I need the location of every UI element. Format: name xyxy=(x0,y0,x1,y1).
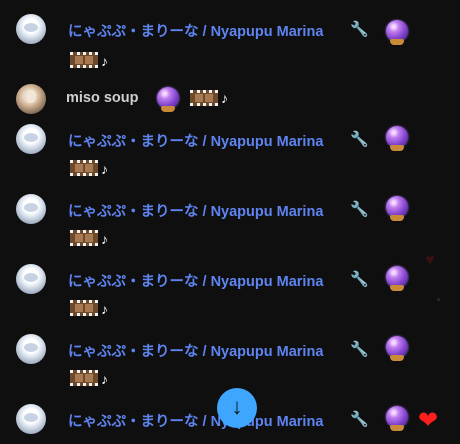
chat-message: にゃぷぷ・まりーな / Nyapupu Marina 🔧 ♪ xyxy=(0,262,430,322)
author-name[interactable]: にゃぷぷ・まりーな / Nyapupu Marina xyxy=(68,410,323,431)
music-note-icon: ♪ xyxy=(101,161,108,177)
music-note-icon: ♪ xyxy=(221,90,228,106)
author-name[interactable]: にゃぷぷ・まりーな / Nyapupu Marina xyxy=(68,340,323,361)
music-note-icon: ♪ xyxy=(101,231,108,247)
arrow-down-icon: ↓ xyxy=(231,394,243,419)
author-name[interactable]: にゃぷぷ・まりーな / Nyapupu Marina xyxy=(68,130,323,151)
film-strip-icon xyxy=(70,300,98,316)
author-name[interactable]: miso soup xyxy=(66,90,139,106)
chat-message: にゃぷぷ・まりーな / Nyapupu Marina 🔧 ♪ xyxy=(0,122,430,182)
film-strip-icon xyxy=(70,52,98,68)
crystal-ball-icon xyxy=(157,87,179,112)
crystal-ball-icon xyxy=(386,266,408,291)
heart-icon[interactable]: ❤ xyxy=(418,406,438,435)
film-strip-icon xyxy=(190,90,218,106)
scroll-to-bottom-button[interactable]: ↓ xyxy=(217,388,257,428)
film-strip-icon xyxy=(70,160,98,176)
author-avatar[interactable] xyxy=(16,334,46,364)
music-note-icon: ♪ xyxy=(101,301,108,317)
film-strip-icon xyxy=(70,230,98,246)
live-chat-list: にゃぷぷ・まりーな / Nyapupu Marina 🔧 ♪ miso soup… xyxy=(0,0,460,444)
author-name[interactable]: にゃぷぷ・まりーな / Nyapupu Marina xyxy=(68,20,323,41)
wrench-icon: 🔧 xyxy=(350,411,369,428)
author-avatar[interactable] xyxy=(16,194,46,224)
film-strip-icon xyxy=(70,370,98,386)
wrench-icon: 🔧 xyxy=(350,201,369,218)
chat-message: にゃぷぷ・まりーな / Nyapupu Marina 🔧 xyxy=(0,402,430,444)
chat-message: にゃぷぷ・まりーな / Nyapupu Marina 🔧 ♪ xyxy=(0,332,430,392)
wrench-icon: 🔧 xyxy=(350,21,369,38)
wrench-icon: 🔧 xyxy=(350,131,369,148)
heart-icon: ♥ xyxy=(425,252,435,269)
crystal-ball-icon xyxy=(386,406,408,431)
crystal-ball-icon xyxy=(386,196,408,221)
crystal-ball-icon xyxy=(386,336,408,361)
chat-message: にゃぷぷ・まりーな / Nyapupu Marina 🔧 ♪ xyxy=(0,10,430,70)
wrench-icon: 🔧 xyxy=(350,271,369,288)
music-note-icon: ♪ xyxy=(101,371,108,387)
author-avatar[interactable] xyxy=(16,14,46,44)
crystal-ball-icon xyxy=(386,20,408,45)
reaction-trail-dot xyxy=(437,298,440,301)
author-name[interactable]: にゃぷぷ・まりーな / Nyapupu Marina xyxy=(68,200,323,221)
author-avatar[interactable] xyxy=(16,404,46,434)
author-avatar[interactable] xyxy=(16,124,46,154)
music-note-icon: ♪ xyxy=(101,53,108,69)
author-avatar[interactable] xyxy=(16,264,46,294)
chat-message: にゃぷぷ・まりーな / Nyapupu Marina 🔧 ♪ xyxy=(0,192,430,252)
crystal-ball-icon xyxy=(386,126,408,151)
wrench-icon: 🔧 xyxy=(350,341,369,358)
author-name[interactable]: にゃぷぷ・まりーな / Nyapupu Marina xyxy=(68,270,323,291)
chat-message: miso soup ♪ xyxy=(0,82,430,118)
author-avatar[interactable] xyxy=(16,84,46,114)
